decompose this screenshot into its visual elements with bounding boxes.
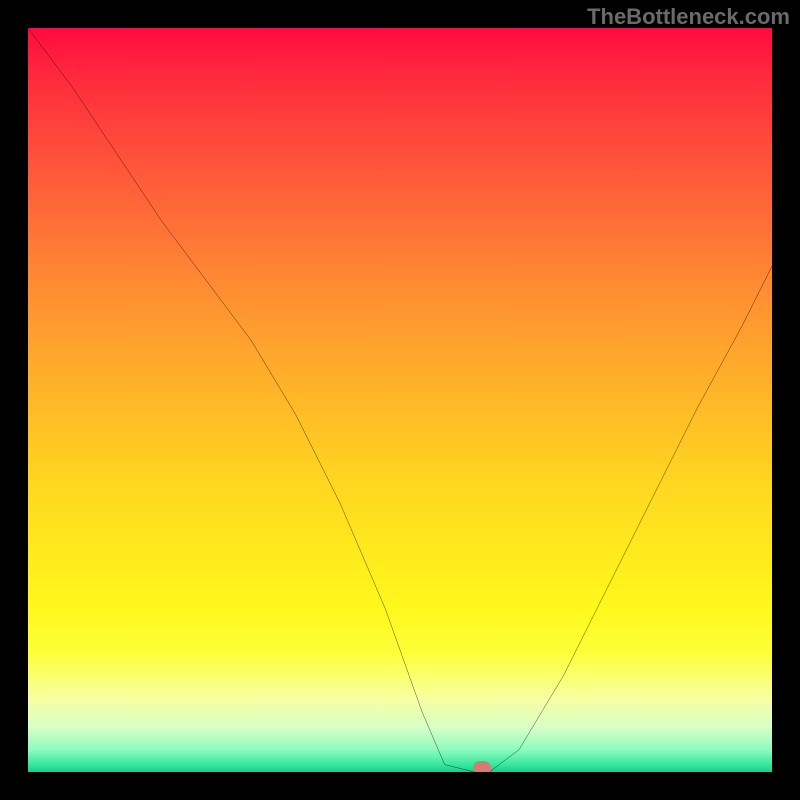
optimal-marker: [473, 761, 491, 772]
plot-area: [28, 28, 772, 772]
watermark-text: TheBottleneck.com: [587, 4, 790, 30]
bottleneck-curve: [28, 28, 772, 772]
